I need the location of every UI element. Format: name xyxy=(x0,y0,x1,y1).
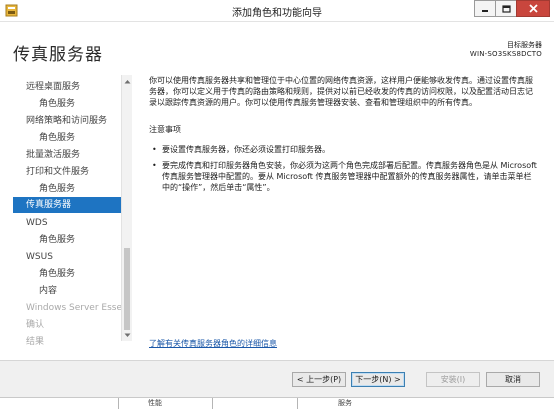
window-controls xyxy=(474,0,550,17)
column-divider xyxy=(118,398,119,409)
sidebar-item-content[interactable]: 内容 xyxy=(13,283,121,299)
sidebar-item-wds[interactable]: WDS xyxy=(13,215,121,231)
note-item: 要完成传真和打印服务器角色安装，你必须为这两个角色完成部署后配置。传真服务器角色… xyxy=(149,160,537,193)
learn-more-link[interactable]: 了解有关传真服务器角色的详细信息 xyxy=(149,338,277,349)
sidebar-item-remote-desktop[interactable]: 远程桌面服务 xyxy=(13,79,121,95)
target-server-value: WIN-SO3SKS8DCTO xyxy=(469,50,542,58)
title-bar: 添加角色和功能向导 xyxy=(0,0,554,22)
sidebar-item-windows-server-essentials: Windows Server Esse... xyxy=(26,303,121,313)
scrollbar-thumb[interactable] xyxy=(124,248,130,330)
sidebar-item-volume-activation[interactable]: 批量激活服务 xyxy=(13,147,121,163)
chevron-up-icon xyxy=(124,79,130,83)
close-icon xyxy=(528,4,538,13)
main-content: 你可以使用传真服务器共享和管理位于中心位置的网络传真资源，这样用户便能够收发传真… xyxy=(149,75,540,193)
sidebar-item-role-services[interactable]: 角色服务 xyxy=(13,266,121,282)
page-title: 传真服务器 xyxy=(13,45,103,65)
sidebar-item-wsus[interactable]: WSUS xyxy=(13,249,121,265)
background-window-strip: 性能 服务 xyxy=(0,397,554,409)
scroll-down-button[interactable] xyxy=(122,330,132,340)
wizard-steps-sidebar: 远程桌面服务 角色服务 网络策略和访问服务 角色服务 批量激活服务 打印和文件服… xyxy=(13,75,132,347)
target-server-label: 目标服务器 xyxy=(507,41,542,49)
minimize-button[interactable] xyxy=(474,0,496,17)
maximize-button[interactable] xyxy=(495,0,517,17)
background-label-services: 服务 xyxy=(338,399,352,407)
sidebar-item-results: 结果 xyxy=(26,337,45,347)
background-label-performance: 性能 xyxy=(148,399,162,407)
previous-button[interactable]: < 上一步(P) xyxy=(292,372,346,387)
close-button[interactable] xyxy=(516,0,550,17)
sidebar-item-print-file[interactable]: 打印和文件服务 xyxy=(13,164,121,180)
sidebar-item-network-policy[interactable]: 网络策略和访问服务 xyxy=(13,113,121,129)
sidebar-item-role-services[interactable]: 角色服务 xyxy=(13,181,121,197)
column-divider xyxy=(297,398,298,409)
sidebar-scrollbar[interactable] xyxy=(121,75,132,341)
install-button: 安装(I) xyxy=(426,372,480,387)
sidebar-item-fax-server[interactable]: 传真服务器 xyxy=(13,197,122,213)
maximize-icon xyxy=(501,4,511,13)
sidebar-item-confirmation: 确认 xyxy=(26,320,45,330)
chevron-down-icon xyxy=(124,333,130,337)
sidebar-item-role-services[interactable]: 角色服务 xyxy=(13,232,121,248)
description-text: 你可以使用传真服务器共享和管理位于中心位置的网络传真资源，这样用户便能够收发传真… xyxy=(149,76,533,107)
note-item: 要设置传真服务器，你还必须设置打印服务器。 xyxy=(149,144,537,155)
minimize-icon xyxy=(482,9,488,12)
notes-heading: 注意事项 xyxy=(149,125,181,134)
next-button[interactable]: 下一步(N) > xyxy=(351,372,405,387)
scroll-up-button[interactable] xyxy=(122,76,132,86)
window-title: 添加角色和功能向导 xyxy=(232,8,322,19)
cancel-button[interactable]: 取消 xyxy=(486,372,540,387)
sidebar-item-role-services[interactable]: 角色服务 xyxy=(13,130,121,146)
column-divider xyxy=(212,398,213,409)
sidebar-item-role-services[interactable]: 角色服务 xyxy=(13,96,121,112)
